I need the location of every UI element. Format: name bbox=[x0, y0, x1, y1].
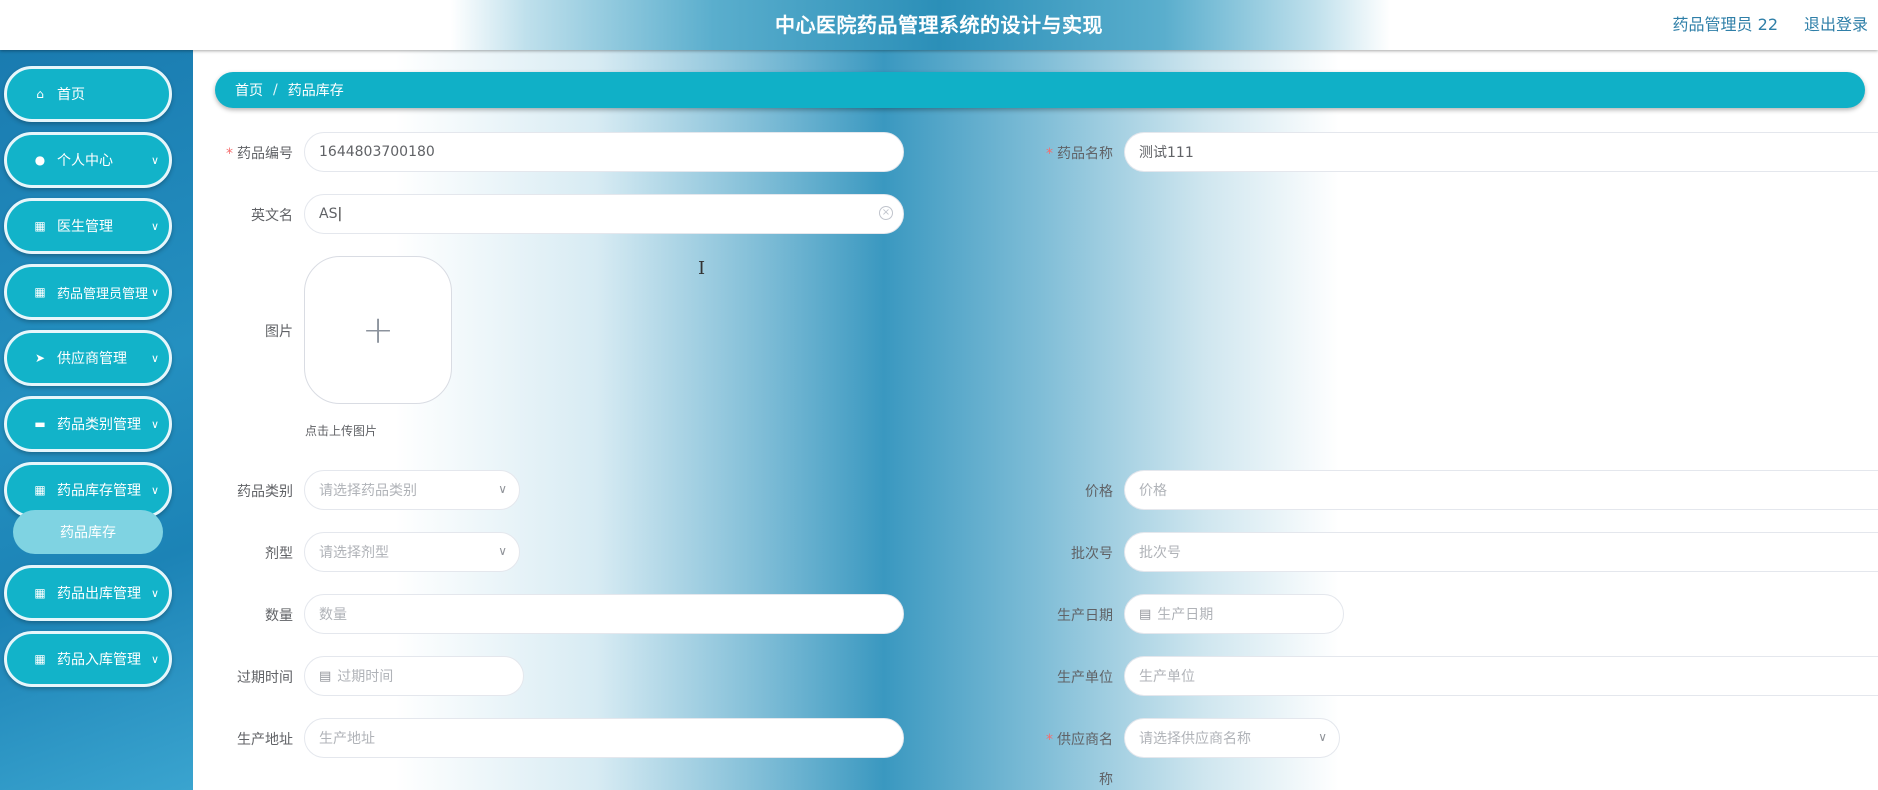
breadcrumb-separator: / bbox=[273, 82, 278, 98]
grid-icon: ▦ bbox=[34, 219, 46, 233]
batch-no-input[interactable]: 批次号 bbox=[1124, 532, 1878, 572]
dosage-form-placeholder: 请选择剂型 bbox=[319, 545, 389, 561]
chevron-down-icon: ∨ bbox=[150, 285, 159, 299]
batch-no-label: 批次号 bbox=[1071, 546, 1113, 562]
sidebar-item-pharmacist-management[interactable]: ▦ 药品管理员管理 ∨ bbox=[4, 264, 172, 320]
price-label: 价格 bbox=[1085, 484, 1113, 500]
price-placeholder: 价格 bbox=[1139, 483, 1167, 499]
sidebar-item-label: 药品类别管理 bbox=[57, 417, 141, 433]
english-name-value: AS bbox=[319, 206, 338, 222]
production-date-picker[interactable]: ▤ 生产日期 bbox=[1124, 594, 1344, 634]
category-label: 药品类别 bbox=[237, 484, 293, 500]
sidebar-item-personal-center[interactable]: ● 个人中心 ∨ bbox=[4, 132, 172, 188]
sidebar-item-label: 药品库存管理 bbox=[57, 483, 141, 499]
quantity-input[interactable]: 数量 bbox=[304, 594, 904, 634]
production-address-input[interactable]: 生产地址 bbox=[304, 718, 904, 758]
home-icon: ⌂ bbox=[36, 87, 44, 101]
grid-icon: ▦ bbox=[34, 483, 46, 497]
clear-icon[interactable]: × bbox=[879, 206, 893, 220]
grid-icon: ▦ bbox=[34, 652, 46, 666]
current-user: 药品管理员 22 bbox=[1672, 15, 1778, 34]
expiry-date-picker[interactable]: ▤ 过期时间 bbox=[304, 656, 524, 696]
manufacturer-input[interactable]: 生产单位 bbox=[1124, 656, 1878, 696]
chevron-down-icon: ∨ bbox=[150, 417, 159, 431]
sidebar-item-label: 个人中心 bbox=[57, 153, 113, 169]
chevron-down-icon: ∨ bbox=[150, 153, 159, 167]
drug-name-value: 测试111 bbox=[1139, 145, 1194, 161]
drug-code-value: 1644803700180 bbox=[319, 144, 435, 160]
chevron-down-icon: ∨ bbox=[150, 652, 159, 666]
send-icon: ➤ bbox=[34, 351, 46, 365]
sidebar-item-outbound-management[interactable]: ▦ 药品出库管理 ∨ bbox=[4, 565, 172, 621]
dosage-form-label: 剂型 bbox=[265, 546, 293, 562]
sidebar-item-home[interactable]: ⌂ 首页 bbox=[4, 66, 172, 122]
category-select[interactable]: 请选择药品类别 ∨ bbox=[304, 470, 520, 510]
app-title: 中心医院药品管理系统的设计与实现 bbox=[775, 13, 1103, 37]
quantity-label: 数量 bbox=[265, 608, 293, 624]
sidebar-item-label: 药品出库管理 bbox=[57, 586, 141, 602]
chevron-down-icon: ∨ bbox=[150, 586, 159, 600]
drug-code-input[interactable]: 1644803700180 bbox=[304, 132, 904, 172]
drug-name-label: 药品名称 bbox=[1023, 143, 1113, 163]
main-content: 首页 / 药品库存 药品编号 1644803700180 药品名称 测试111 … bbox=[193, 50, 1878, 790]
supplier-name-select[interactable]: 请选择供应商名称 ∨ bbox=[1124, 718, 1340, 758]
sidebar-item-supplier-management[interactable]: ➤ 供应商管理 ∨ bbox=[4, 330, 172, 386]
production-address-placeholder: 生产地址 bbox=[319, 731, 375, 747]
breadcrumb: 首页 / 药品库存 bbox=[215, 72, 1865, 108]
briefcase-icon: ▬ bbox=[34, 417, 46, 431]
manufacturer-placeholder: 生产单位 bbox=[1139, 669, 1195, 685]
english-name-input[interactable]: AS | × bbox=[304, 194, 904, 234]
upload-hint: 点击上传图片 bbox=[305, 424, 378, 438]
sidebar-item-inbound-management[interactable]: ▦ 药品入库管理 ∨ bbox=[4, 631, 172, 687]
expiry-date-label: 过期时间 bbox=[237, 670, 293, 686]
breadcrumb-home[interactable]: 首页 bbox=[235, 80, 263, 100]
dosage-form-select[interactable]: 请选择剂型 ∨ bbox=[304, 532, 520, 572]
batch-no-placeholder: 批次号 bbox=[1139, 545, 1181, 561]
chevron-down-icon: ∨ bbox=[150, 483, 159, 497]
text-cursor-icon: I bbox=[698, 258, 706, 279]
chevron-down-icon: ∨ bbox=[150, 351, 159, 365]
top-header: 中心医院药品管理系统的设计与实现 药品管理员 22 退出登录 bbox=[0, 0, 1878, 50]
sidebar-subitem-inventory[interactable]: 药品库存 bbox=[13, 510, 163, 554]
category-placeholder: 请选择药品类别 bbox=[319, 483, 417, 499]
expiry-date-placeholder: 过期时间 bbox=[337, 669, 394, 685]
breadcrumb-current: 药品库存 bbox=[287, 83, 344, 99]
sidebar-item-label: 首页 bbox=[57, 87, 85, 103]
chevron-down-icon: ∨ bbox=[498, 544, 507, 558]
sidebar-item-doctor-management[interactable]: ▦ 医生管理 ∨ bbox=[4, 198, 172, 254]
manufacturer-label: 生产单位 bbox=[1057, 670, 1113, 686]
plus-icon: + bbox=[362, 308, 394, 352]
production-date-placeholder: 生产日期 bbox=[1157, 607, 1214, 623]
sidebar-item-label: 医生管理 bbox=[57, 219, 113, 235]
supplier-name-label: 供应商名 bbox=[1023, 729, 1113, 749]
sidebar-item-label: 药品管理员管理 bbox=[57, 286, 149, 302]
price-input[interactable]: 价格 bbox=[1124, 470, 1878, 510]
sidebar-item-label: 药品入库管理 bbox=[57, 652, 141, 668]
english-name-label: 英文名 bbox=[251, 208, 293, 224]
drug-name-input[interactable]: 测试111 bbox=[1124, 132, 1878, 172]
chevron-down-icon: ∨ bbox=[150, 219, 159, 233]
grid-icon: ▦ bbox=[34, 586, 46, 600]
grid-icon: ▦ bbox=[34, 285, 46, 299]
production-address-label: 生产地址 bbox=[237, 732, 293, 748]
logout-link[interactable]: 退出登录 bbox=[1804, 11, 1868, 35]
user-icon: ● bbox=[34, 153, 46, 167]
sidebar-item-label: 供应商管理 bbox=[57, 351, 127, 367]
drug-code-label: 药品编号 bbox=[203, 143, 293, 163]
image-upload-button[interactable]: + bbox=[304, 256, 452, 404]
quantity-placeholder: 数量 bbox=[319, 607, 347, 623]
supplier-name-label-cont: 称 bbox=[1099, 772, 1113, 788]
supplier-name-placeholder: 请选择供应商名称 bbox=[1139, 731, 1251, 747]
production-date-label: 生产日期 bbox=[1057, 608, 1113, 624]
sidebar: ⌂ 首页 ● 个人中心 ∨ ▦ 医生管理 ∨ ▦ 药品管理员管理 ∨ ➤ 供应商… bbox=[0, 50, 193, 790]
calendar-icon: ▤ bbox=[319, 668, 332, 684]
image-label: 图片 bbox=[265, 324, 293, 340]
chevron-down-icon: ∨ bbox=[498, 482, 507, 496]
chevron-down-icon: ∨ bbox=[1318, 730, 1327, 744]
calendar-icon: ▤ bbox=[1139, 606, 1152, 622]
sidebar-item-category-management[interactable]: ▬ 药品类别管理 ∨ bbox=[4, 396, 172, 452]
